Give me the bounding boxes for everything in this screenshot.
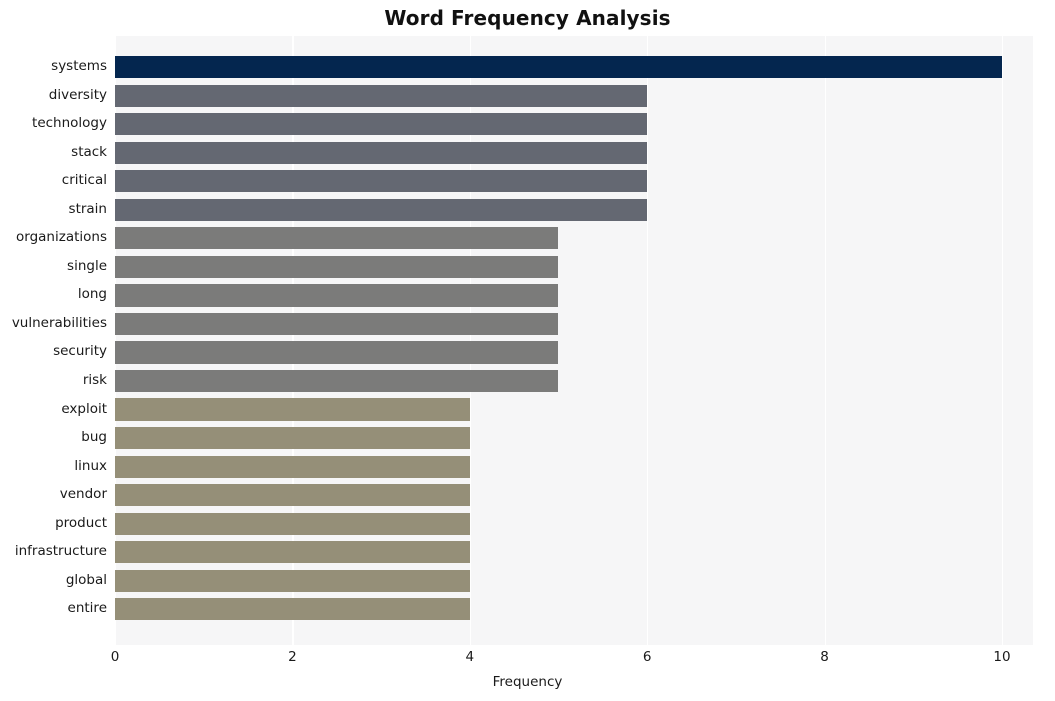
y-tick-label: vendor <box>59 486 107 503</box>
y-tick-label: single <box>67 257 107 274</box>
bar[interactable] <box>115 484 470 507</box>
bar-row <box>115 227 1033 250</box>
bar-row <box>115 426 1033 450</box>
y-tick-label: exploit <box>61 400 107 417</box>
bar-row <box>115 55 1033 79</box>
x-tick-label: 4 <box>465 649 475 665</box>
y-tick-label: vulnerabilities <box>11 314 107 331</box>
bar-row <box>115 312 1033 336</box>
bar[interactable] <box>115 170 648 193</box>
bar-row <box>115 255 1033 278</box>
y-axis-tick-labels: systems diversity technology stack critical s… <box>0 36 107 645</box>
bar[interactable] <box>115 255 559 278</box>
x-tick-label: 6 <box>642 649 652 665</box>
bar-row <box>115 512 1033 535</box>
bar-row <box>115 113 1033 136</box>
bar-row <box>115 341 1033 364</box>
bar-row <box>115 569 1033 592</box>
plot-area <box>115 36 1033 645</box>
y-tick-label: critical <box>61 172 107 189</box>
x-tick-label: 2 <box>288 649 297 665</box>
bar[interactable] <box>115 369 559 393</box>
bar-row <box>115 455 1033 478</box>
chart-title: Word Frequency Analysis <box>384 6 671 30</box>
bar[interactable] <box>115 141 648 164</box>
y-tick-label: diversity <box>48 86 107 103</box>
y-tick-label: entire <box>67 600 107 617</box>
y-tick-label: risk <box>82 372 107 389</box>
bar[interactable] <box>115 426 470 450</box>
bar[interactable] <box>115 198 648 221</box>
bar-row <box>115 369 1033 393</box>
bar[interactable] <box>115 398 470 421</box>
y-tick-label: long <box>77 286 107 303</box>
bar-row <box>115 284 1033 307</box>
chart-figure: Word Frequency Analysis systems diversity… <box>0 0 1055 701</box>
y-tick-label: systems <box>51 58 107 75</box>
y-tick-label: product <box>55 514 107 531</box>
bars-layer <box>115 36 1033 645</box>
bar[interactable] <box>115 312 559 336</box>
bar-row <box>115 541 1033 564</box>
bar-row <box>115 398 1033 421</box>
x-tick-label: 10 <box>993 649 1011 665</box>
bar[interactable] <box>115 341 559 364</box>
bar[interactable] <box>115 569 470 592</box>
x-tick-label: 0 <box>110 649 120 665</box>
bar-row <box>115 198 1033 221</box>
bar-row <box>115 84 1033 107</box>
y-tick-label: global <box>65 571 107 588</box>
bar[interactable] <box>115 512 470 535</box>
y-tick-label: bug <box>81 429 107 446</box>
bar-row <box>115 598 1033 621</box>
bar[interactable] <box>115 227 559 250</box>
bar[interactable] <box>115 541 470 564</box>
y-tick-label: organizations <box>16 229 107 246</box>
bar-row <box>115 170 1033 193</box>
y-tick-label: technology <box>32 115 107 132</box>
y-tick-label: linux <box>74 457 107 474</box>
bar[interactable] <box>115 598 470 621</box>
bar[interactable] <box>115 84 648 107</box>
bar[interactable] <box>115 113 648 136</box>
y-tick-label: infrastructure <box>14 543 107 560</box>
bar-row <box>115 141 1033 164</box>
x-axis-title: Frequency <box>492 674 563 690</box>
bar[interactable] <box>115 455 470 478</box>
y-tick-label: security <box>53 343 107 360</box>
bar[interactable] <box>115 55 1002 79</box>
x-tick-label: 8 <box>820 649 829 665</box>
bar-row <box>115 484 1033 507</box>
x-axis-tick-labels: 0 2 4 6 8 10 <box>0 645 1055 675</box>
y-tick-label: strain <box>68 200 107 217</box>
y-tick-label: stack <box>71 143 107 160</box>
bar[interactable] <box>115 284 559 307</box>
